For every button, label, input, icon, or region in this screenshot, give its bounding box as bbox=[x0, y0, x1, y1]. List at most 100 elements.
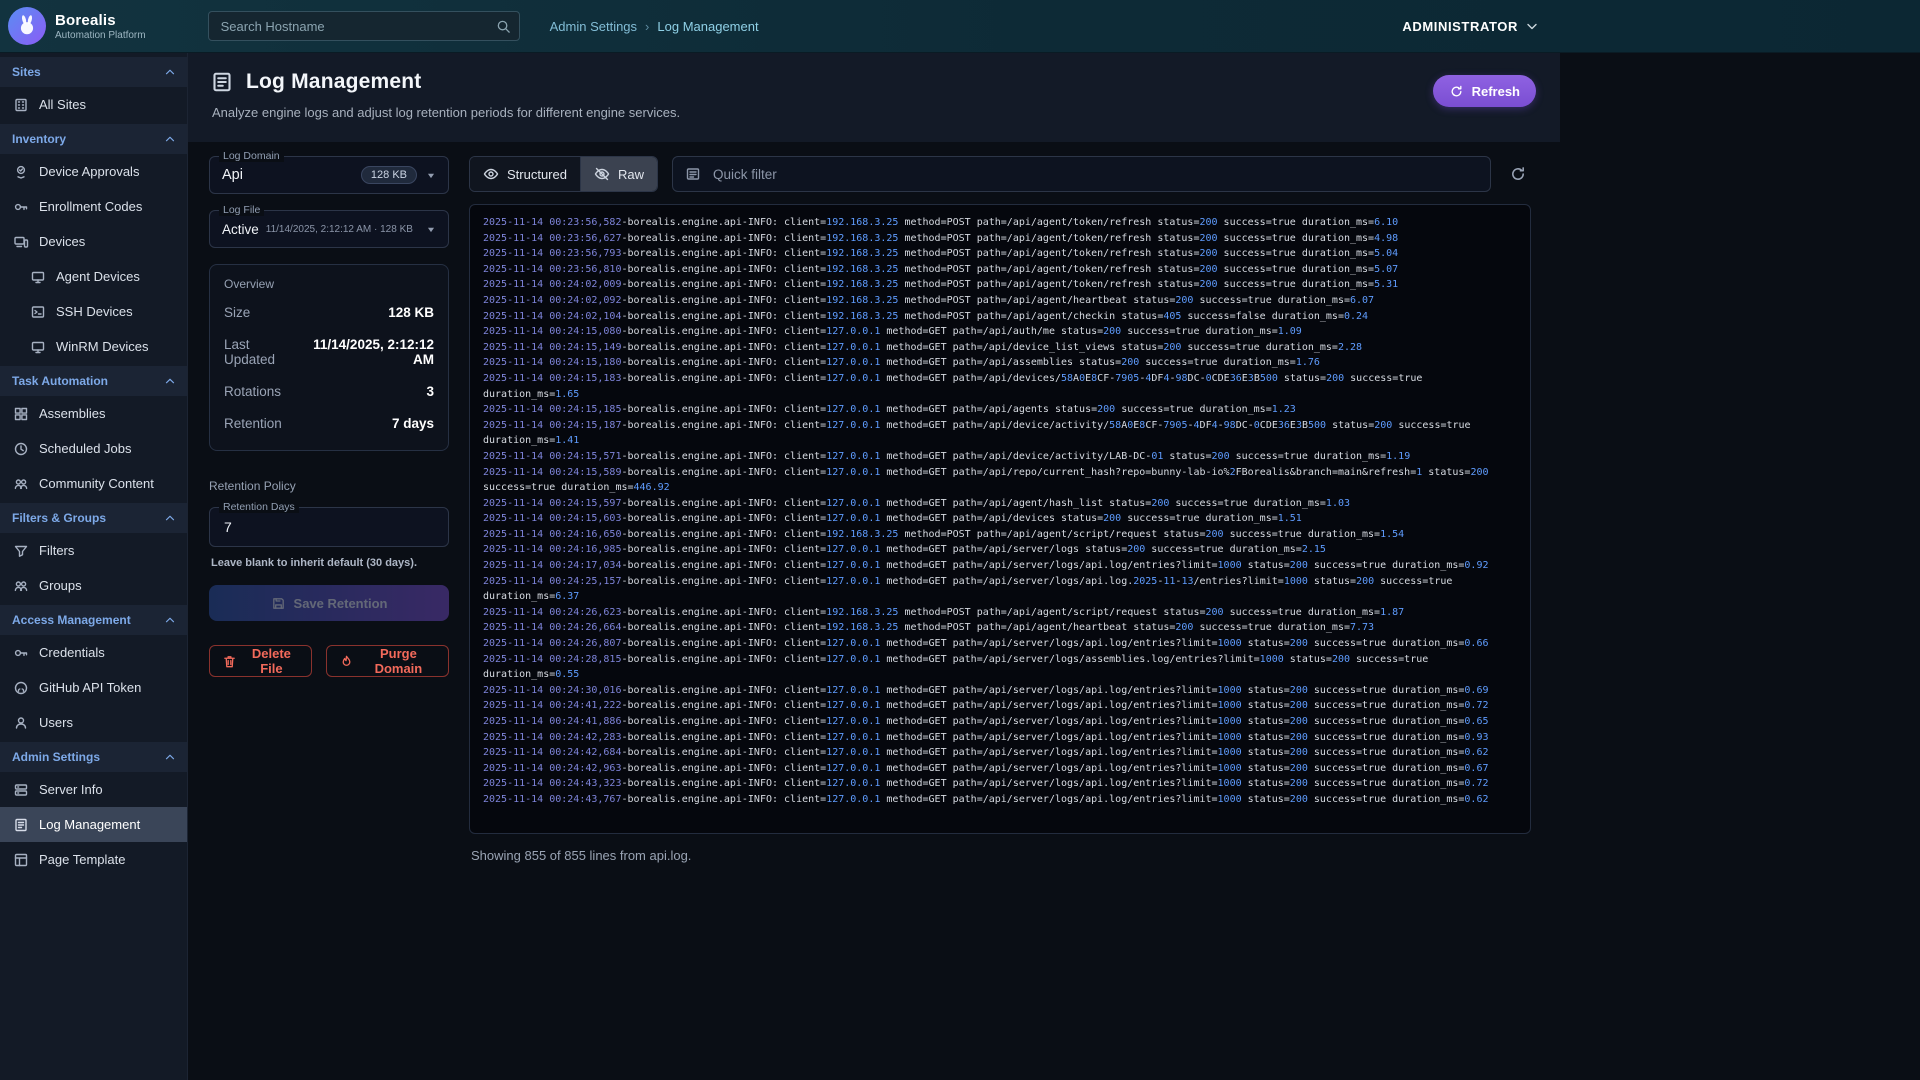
log-line: 2025-11-14 00:24:16,650-borealis.engine.… bbox=[483, 527, 1506, 543]
purge-domain-label: Purge Domain bbox=[361, 646, 436, 676]
raw-view-toggle[interactable]: Raw bbox=[580, 157, 657, 191]
log-domain-value: Api bbox=[222, 167, 243, 183]
delete-file-label: Delete File bbox=[244, 646, 299, 676]
borealis-logo bbox=[8, 7, 46, 45]
overview-row-last-updated: Last Updated11/14/2025, 2:12:12 AM bbox=[224, 337, 434, 367]
log-domain-select[interactable]: Log Domain Api 128 KB bbox=[209, 156, 449, 194]
log-line: 2025-11-14 00:23:56,810-borealis.engine.… bbox=[483, 262, 1506, 278]
log-line: 2025-11-14 00:24:41,222-borealis.engine.… bbox=[483, 698, 1506, 714]
log-file-select[interactable]: Log File Active 11/14/2025, 2:12:12 AM ·… bbox=[209, 210, 449, 248]
log-line: 2025-11-14 00:24:15,603-borealis.engine.… bbox=[483, 511, 1506, 527]
sidebar-item-page-template[interactable]: Page Template bbox=[0, 842, 187, 877]
user-icon bbox=[13, 715, 29, 731]
sidebar-item-credentials[interactable]: Credentials bbox=[0, 635, 187, 670]
purge-domain-button[interactable]: Purge Domain bbox=[326, 645, 449, 677]
refresh-button[interactable]: Refresh bbox=[1433, 75, 1536, 107]
sidebar-section-header-admin-settings[interactable]: Admin Settings bbox=[0, 742, 187, 772]
breadcrumb-log-management[interactable]: Log Management bbox=[657, 19, 758, 34]
save-retention-button[interactable]: Save Retention bbox=[209, 585, 449, 621]
topbar: Borealis Automation Platform Admin Setti… bbox=[0, 0, 1920, 53]
log-management-icon bbox=[210, 70, 234, 94]
sidebar-item-groups[interactable]: Groups bbox=[0, 568, 187, 603]
brand-subtitle: Automation Platform bbox=[55, 30, 146, 41]
sidebar-item-winrm-devices[interactable]: WinRM Devices bbox=[0, 329, 187, 364]
brand: Borealis Automation Platform bbox=[55, 12, 146, 41]
caret-down-icon bbox=[424, 222, 438, 236]
structured-view-toggle[interactable]: Structured bbox=[470, 157, 580, 191]
log-line: 2025-11-14 00:24:42,684-borealis.engine.… bbox=[483, 745, 1506, 761]
log-line: 2025-11-14 00:24:15,597-borealis.engine.… bbox=[483, 496, 1506, 512]
quick-filter[interactable] bbox=[672, 156, 1491, 192]
retention-days-label: Retention Days bbox=[219, 501, 299, 513]
sidebar-item-device-approvals[interactable]: Device Approvals bbox=[0, 154, 187, 189]
topbar-inner: Borealis Automation Platform Admin Setti… bbox=[0, 0, 1560, 52]
sidebar-item-filters[interactable]: Filters bbox=[0, 533, 187, 568]
template-icon bbox=[13, 852, 29, 868]
document-icon bbox=[685, 166, 701, 182]
quick-filter-input[interactable] bbox=[711, 166, 1478, 183]
apartment-icon bbox=[13, 97, 29, 113]
administrator-label: ADMINISTRATOR bbox=[1402, 19, 1518, 34]
sidebar-section-access-management: Access ManagementCredentialsGitHub API T… bbox=[0, 605, 187, 740]
eye-icon bbox=[483, 166, 499, 182]
sidebar-section-header-access-management[interactable]: Access Management bbox=[0, 605, 187, 635]
sidebar-item-github-api-token[interactable]: GitHub API Token bbox=[0, 670, 187, 705]
sidebar-item-community-content[interactable]: Community Content bbox=[0, 466, 187, 501]
refresh-icon bbox=[1449, 84, 1464, 99]
brand-name: Borealis bbox=[55, 12, 146, 29]
approval-icon bbox=[13, 164, 29, 180]
log-line: 2025-11-14 00:24:43,767-borealis.engine.… bbox=[483, 792, 1506, 808]
sidebar-item-server-info[interactable]: Server Info bbox=[0, 772, 187, 807]
refresh-icon bbox=[1509, 165, 1527, 183]
content: Log Domain Api 128 KB Log File Active 11… bbox=[188, 142, 1560, 1080]
page-subtitle: Analyze engine logs and adjust log reten… bbox=[212, 105, 680, 120]
danger-actions: Delete File Purge Domain bbox=[209, 645, 449, 677]
breadcrumb-admin-settings[interactable]: Admin Settings bbox=[550, 19, 637, 34]
administrator-menu[interactable]: ADMINISTRATOR bbox=[1396, 17, 1546, 35]
sidebar-item-agent-devices[interactable]: Agent Devices bbox=[0, 259, 187, 294]
sidebar-item-log-management[interactable]: Log Management bbox=[0, 807, 187, 842]
log-line: 2025-11-14 00:24:02,009-borealis.engine.… bbox=[483, 277, 1506, 293]
rabbit-icon bbox=[14, 13, 40, 39]
chevron-down-icon bbox=[1524, 18, 1540, 34]
sidebar-item-devices[interactable]: Devices bbox=[0, 224, 187, 259]
log-line: 2025-11-14 00:24:02,092-borealis.engine.… bbox=[483, 293, 1506, 309]
sidebar-item-scheduled-jobs[interactable]: Scheduled Jobs bbox=[0, 431, 187, 466]
chevron-up-icon bbox=[163, 613, 177, 627]
caret-down-icon bbox=[424, 168, 438, 182]
page-title-row: Log Management bbox=[210, 70, 680, 94]
sidebar-section-header-filters-groups[interactable]: Filters & Groups bbox=[0, 503, 187, 533]
sidebar-item-users[interactable]: Users bbox=[0, 705, 187, 740]
eye-off-icon bbox=[594, 166, 610, 182]
key-icon bbox=[13, 199, 29, 215]
sidebar-item-assemblies[interactable]: Assemblies bbox=[0, 396, 187, 431]
log-icon bbox=[13, 817, 29, 833]
chevron-up-icon bbox=[163, 511, 177, 525]
log-footer: Showing 855 of 855 lines from api.log. bbox=[471, 848, 1531, 863]
search-input[interactable] bbox=[219, 18, 496, 35]
sidebar-item-enrollment-codes[interactable]: Enrollment Codes bbox=[0, 189, 187, 224]
sidebar-section-sites: SitesAll Sites bbox=[0, 57, 187, 122]
sidebar-item-ssh-devices[interactable]: SSH Devices bbox=[0, 294, 187, 329]
log-line: 2025-11-14 00:24:28,815-borealis.engine.… bbox=[483, 652, 1506, 683]
sidebar-section-header-sites[interactable]: Sites bbox=[0, 57, 187, 87]
log-column: Structured Raw 2025- bbox=[469, 156, 1531, 1080]
log-line: 2025-11-14 00:24:02,104-borealis.engine.… bbox=[483, 309, 1506, 325]
page-header: Log Management Analyze engine logs and a… bbox=[188, 53, 1560, 142]
log-file-meta: 11/14/2025, 2:12:12 AM · 128 KB bbox=[266, 224, 417, 235]
retention-days-input[interactable] bbox=[222, 518, 438, 536]
sidebar-section-task-automation: Task AutomationAssembliesScheduled JobsC… bbox=[0, 366, 187, 501]
sidebar-section-header-inventory[interactable]: Inventory bbox=[0, 124, 187, 154]
log-line: 2025-11-14 00:24:15,187-borealis.engine.… bbox=[483, 418, 1506, 449]
delete-file-button[interactable]: Delete File bbox=[209, 645, 312, 677]
log-refresh-button[interactable] bbox=[1505, 161, 1531, 187]
retention-days-field[interactable]: Retention Days bbox=[209, 507, 449, 547]
log-line: 2025-11-14 00:24:42,283-borealis.engine.… bbox=[483, 730, 1506, 746]
log-line: 2025-11-14 00:24:17,034-borealis.engine.… bbox=[483, 558, 1506, 574]
log-line: 2025-11-14 00:24:42,963-borealis.engine.… bbox=[483, 761, 1506, 777]
refresh-label: Refresh bbox=[1472, 84, 1520, 99]
sidebar-item-all-sites[interactable]: All Sites bbox=[0, 87, 187, 122]
log-viewer[interactable]: 2025-11-14 00:23:56,582-borealis.engine.… bbox=[469, 204, 1531, 834]
hostname-search[interactable] bbox=[208, 11, 520, 41]
sidebar-section-header-task-automation[interactable]: Task Automation bbox=[0, 366, 187, 396]
